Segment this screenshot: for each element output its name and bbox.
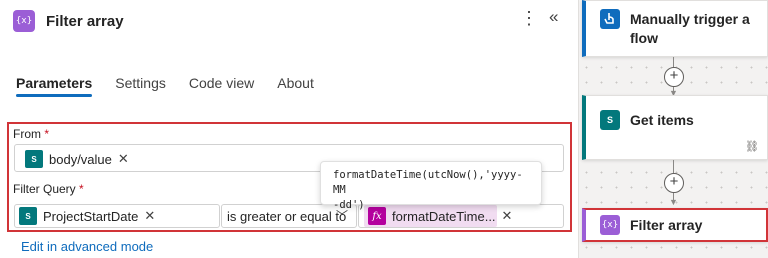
connector-line xyxy=(673,160,674,173)
arrow-down-icon: ▼ xyxy=(669,197,678,207)
add-step-button[interactable]: + xyxy=(664,173,684,193)
remove-token-icon[interactable]: ✕ xyxy=(144,208,155,224)
sharepoint-icon: S xyxy=(600,110,620,130)
trigger-card[interactable]: Manually trigger a flow xyxy=(582,0,768,57)
filter-array-card[interactable]: {x} Filter array xyxy=(582,208,768,242)
operator-value: is greater or equal to xyxy=(227,209,347,224)
sharepoint-icon: S xyxy=(25,150,43,168)
right-token-label: formatDateTime... xyxy=(392,208,496,224)
add-step-button[interactable]: + xyxy=(664,67,684,87)
tab-list: Parameters Settings Code view About xyxy=(16,75,314,97)
curly-braces-icon: {x} xyxy=(600,215,620,235)
from-token[interactable]: S body/value ✕ xyxy=(25,148,129,170)
fx-icon: fx xyxy=(368,207,386,225)
curly-braces-icon: {x} xyxy=(13,10,35,32)
collapse-panel-button[interactable]: « xyxy=(549,8,558,25)
hand-icon xyxy=(600,9,620,29)
sharepoint-icon: S xyxy=(19,207,37,225)
remove-token-icon[interactable]: ✕ xyxy=(502,208,513,224)
tab-parameters[interactable]: Parameters xyxy=(16,75,93,97)
left-token-label: ProjectStartDate xyxy=(43,208,139,224)
connector-line xyxy=(673,57,674,67)
required-indicator: * xyxy=(79,182,84,196)
right-operand-token[interactable]: fx formatDateTime... ✕ xyxy=(368,205,512,227)
link-icon: ⛓ xyxy=(745,141,759,153)
edit-advanced-mode-link[interactable]: Edit in advanced mode xyxy=(21,239,153,254)
tab-code-view[interactable]: Code view xyxy=(189,75,254,97)
remove-token-icon[interactable]: ✕ xyxy=(118,151,129,167)
trigger-card-title: Manually trigger a flow xyxy=(630,11,750,46)
panel-title: Filter array xyxy=(46,13,124,30)
required-indicator: * xyxy=(44,127,50,141)
get-items-card[interactable]: S Get items ⛓ xyxy=(582,95,768,160)
expression-tooltip: formatDateTime(utcNow(),'yyyy-MM -dd') xyxy=(320,161,542,211)
filter-query-label: Filter Query * xyxy=(13,182,84,196)
filter-array-card-title: Filter array xyxy=(630,217,703,233)
from-label: From * xyxy=(13,127,50,141)
tab-about[interactable]: About xyxy=(277,75,314,97)
left-operand-token[interactable]: S ProjectStartDate ✕ xyxy=(19,205,155,227)
get-items-card-title: Get items xyxy=(630,112,694,128)
tab-settings[interactable]: Settings xyxy=(115,75,166,97)
more-options-button[interactable]: ⋮ xyxy=(520,9,538,27)
from-token-label: body/value xyxy=(49,151,112,167)
